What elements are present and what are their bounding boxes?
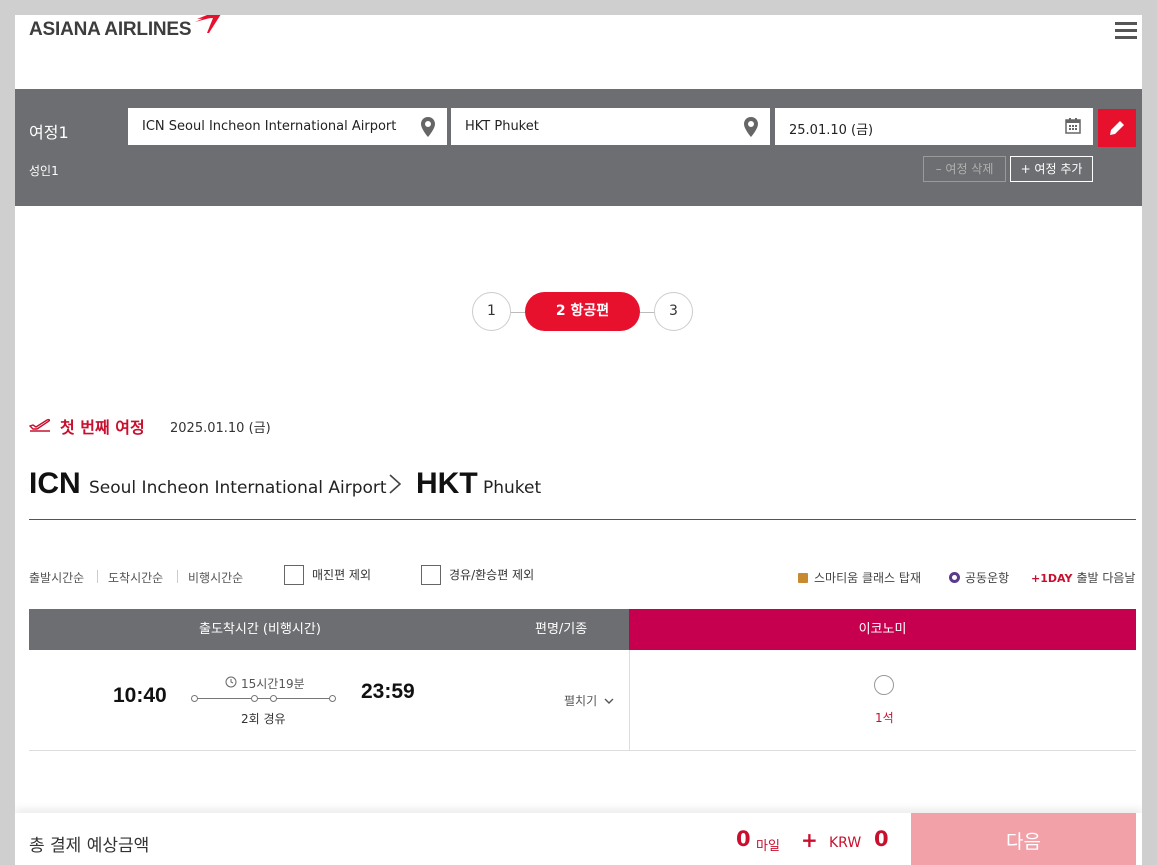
- miles-unit: 마일: [756, 839, 780, 854]
- step-2-flights[interactable]: 2 항공편: [525, 292, 640, 331]
- row-divider: [29, 750, 1136, 751]
- payment-footer: 총 결제 예상금액 0 마일 + KRW 0 다음: [15, 813, 1142, 865]
- col-economy-header: 이코노미: [629, 609, 1136, 650]
- plane-takeoff-icon: [29, 418, 51, 432]
- krw-amount: 0: [874, 827, 889, 851]
- miles-amount: 0: [736, 827, 751, 851]
- itinerary-label: 여정1: [29, 123, 69, 142]
- smartium-icon: [798, 573, 808, 583]
- exclude-soldout-checkbox[interactable]: [284, 565, 304, 585]
- journey-date: 2025.01.10 (금): [170, 421, 271, 436]
- destination-code: HKT: [416, 467, 478, 500]
- origin-city: Seoul Incheon International Airport: [89, 478, 387, 498]
- asiana-logo[interactable]: ASIANA AIRLINES: [29, 15, 221, 41]
- col-flight-header: 편명/기종: [535, 622, 588, 637]
- legend-plus-day: +1DAY 출발 다음날: [1031, 571, 1136, 585]
- passenger-count[interactable]: 성인1: [29, 162, 59, 179]
- journey-title: 첫 번째 여정: [60, 418, 145, 437]
- clock-icon: [225, 676, 237, 688]
- origin-field[interactable]: ICN Seoul Incheon International Airport: [128, 108, 447, 145]
- table-header-flight: 출도착시간 (비행시간) 편명/기종: [29, 609, 629, 650]
- column-separator: [629, 650, 630, 750]
- exclude-transfer-label[interactable]: 경유/환승편 제외: [449, 566, 534, 583]
- route-divider: [29, 519, 1136, 520]
- codeshare-icon: [949, 572, 960, 583]
- legend-smartium: 스마티움 클래스 탑재: [798, 569, 921, 586]
- departure-time: 10:40: [113, 684, 167, 707]
- flight-duration: 15시간19분: [241, 677, 305, 691]
- hamburger-icon[interactable]: [1115, 22, 1137, 40]
- location-pin-icon: [744, 117, 758, 137]
- route-dot: [270, 695, 277, 702]
- expand-label: 펼치기: [564, 694, 598, 708]
- stop-count: 2회 경유: [241, 712, 286, 726]
- date-value: 25.01.10 (금): [789, 123, 874, 138]
- itinerary-bar: 여정1 성인1 ICN Seoul Incheon International …: [15, 89, 1142, 206]
- booking-page: ASIANA AIRLINES 여정1 성인1 ICN Seoul Incheo…: [15, 15, 1142, 865]
- plus-sign: +: [801, 828, 818, 852]
- plus-day-tag: +1DAY: [1031, 572, 1073, 585]
- exclude-transfer-checkbox[interactable]: [421, 565, 441, 585]
- step-1[interactable]: 1: [472, 292, 511, 331]
- logo-text: ASIANA AIRLINES: [29, 19, 192, 40]
- origin-code: ICN: [29, 467, 81, 500]
- sort-duration[interactable]: 비행시간순: [188, 569, 243, 586]
- sort-departure[interactable]: 출발시간순: [29, 569, 84, 586]
- step-3[interactable]: 3: [654, 292, 693, 331]
- expand-details-button[interactable]: 펼치기: [564, 692, 614, 709]
- destination-field[interactable]: HKT Phuket: [451, 108, 770, 145]
- next-button[interactable]: 다음: [911, 813, 1136, 865]
- route-line: [195, 698, 333, 699]
- currency-label: KRW: [829, 835, 862, 851]
- sort-separator: [97, 570, 98, 583]
- pencil-icon: [1110, 121, 1124, 135]
- exclude-soldout-label[interactable]: 매진편 제외: [312, 566, 371, 583]
- origin-value: ICN Seoul Incheon International Airport: [142, 119, 397, 134]
- sort-separator: [177, 570, 178, 583]
- destination-city: Phuket: [483, 478, 542, 498]
- economy-fare-radio[interactable]: [874, 675, 894, 695]
- destination-value: HKT Phuket: [465, 119, 539, 134]
- add-itinerary-button[interactable]: + 여정 추가: [1010, 156, 1093, 182]
- location-pin-icon: [421, 117, 435, 137]
- col-time-header: 출도착시간 (비행시간): [199, 622, 321, 637]
- route-dot: [251, 695, 258, 702]
- sort-arrival[interactable]: 도착시간순: [108, 569, 163, 586]
- route-dot: [191, 695, 198, 702]
- seats-remaining: 1석: [875, 711, 894, 725]
- chevron-down-icon: [604, 698, 614, 704]
- date-field[interactable]: 25.01.10 (금): [775, 108, 1093, 145]
- delete-itinerary-button[interactable]: – 여정 삭제: [923, 156, 1006, 182]
- chevron-right-icon: [389, 474, 402, 494]
- route-dot: [329, 695, 336, 702]
- total-label: 총 결제 예상금액: [29, 836, 150, 856]
- edit-itinerary-button[interactable]: [1098, 109, 1136, 147]
- arrival-time: 23:59: [361, 680, 415, 703]
- calendar-icon: [1065, 118, 1081, 134]
- logo-wing-icon: [195, 15, 221, 33]
- legend-codeshare: 공동운항: [949, 569, 1009, 586]
